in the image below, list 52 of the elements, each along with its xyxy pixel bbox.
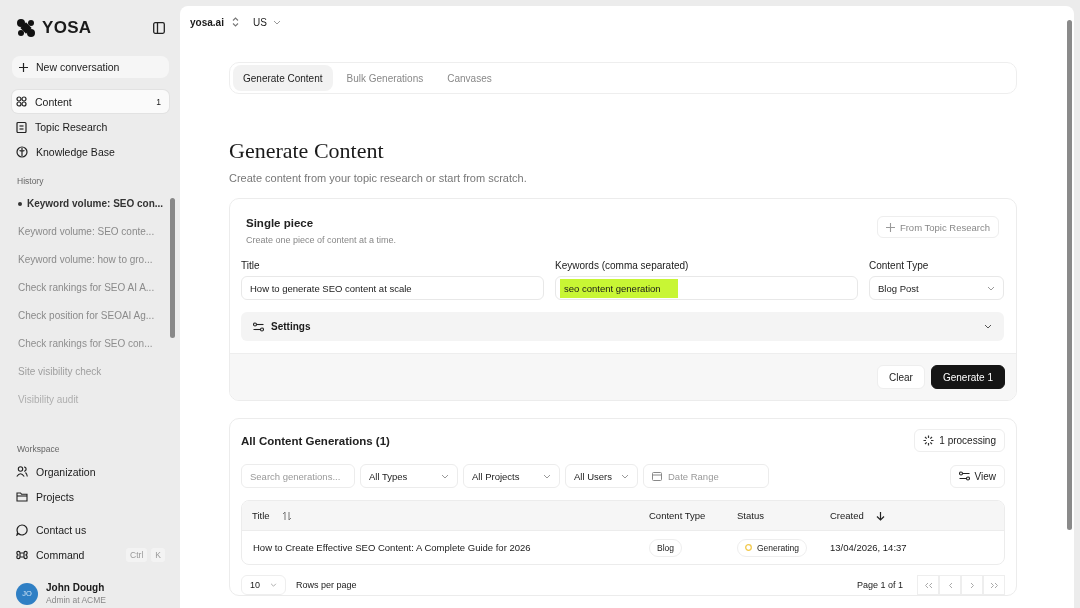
field-label: Title <box>241 260 261 271</box>
filter-dropdown[interactable]: All Projects <box>463 464 560 488</box>
nav-item[interactable]: Topic Research <box>12 115 169 138</box>
nav-item[interactable]: Contact us <box>12 518 169 541</box>
card-title: All Content Generations (1) <box>241 434 390 447</box>
field-label: Keywords (comma separated) <box>555 260 690 271</box>
nav-item[interactable]: Knowledge Base <box>12 140 169 163</box>
filter-dropdown[interactable]: All Types <box>360 464 458 488</box>
region-selector[interactable]: US <box>252 16 267 28</box>
clear-button[interactable]: Clear <box>877 365 925 389</box>
page-size-select[interactable]: 10 <box>241 575 286 595</box>
table-cell: How to Create Effective SEO Content: A Complete Guide for 2026 <box>253 542 531 553</box>
nav-item[interactable]: Organization <box>12 460 169 483</box>
search-field[interactable]: Search generations... <box>241 464 355 488</box>
page-subtitle: Create content from your topic research or start from scratch. <box>229 172 528 184</box>
shortcut-key: Ctrl <box>126 547 148 562</box>
tab[interactable]: Generate Content <box>233 65 333 91</box>
table-cell: 13/04/2026, 14:37 <box>830 542 907 553</box>
column-header[interactable]: Status <box>737 510 764 521</box>
brand-name: YOSA <box>42 18 92 38</box>
settings-accordion[interactable]: Settings <box>241 312 1004 341</box>
card-description: Create one piece of content at a time. <box>246 235 397 245</box>
view-button[interactable]: View <box>949 464 1005 488</box>
input-field[interactable]: seo content generation <box>555 276 858 300</box>
processing-button[interactable]: 1 processing <box>914 429 1005 452</box>
rows-per-page-label: Rows per page <box>296 580 357 590</box>
new-conversation-button[interactable]: New conversation <box>12 56 169 78</box>
nav-item[interactable]: Command Ctrl K <box>12 543 169 566</box>
field-label: Content Type <box>869 260 930 271</box>
count-label: 1 <box>156 96 162 107</box>
user-name: John Dough <box>46 582 106 593</box>
tab[interactable]: Canvases <box>437 65 502 91</box>
column-header[interactable]: Created <box>830 510 864 521</box>
input-field[interactable]: How to generate SEO content at scale <box>241 276 544 300</box>
content-type-select[interactable]: Blog Post <box>869 276 1004 300</box>
history-item[interactable]: Keyword volume: SEO con... <box>18 190 169 218</box>
generate-button[interactable]: Generate 1 <box>930 365 1005 389</box>
user-role: Admin at ACME <box>46 595 106 605</box>
nav-item[interactable]: Content 1 <box>12 90 169 113</box>
site-selector[interactable]: yosa.ai <box>190 16 224 28</box>
section-label: Workspace <box>17 444 61 454</box>
nav-item[interactable]: Projects <box>12 485 169 508</box>
card-title: Single piece <box>246 217 315 229</box>
column-header[interactable]: Content Type <box>649 510 706 521</box>
page-indicator: Page 1 of 1 <box>856 580 903 590</box>
page-title: Generate Content <box>229 138 385 164</box>
filter-dropdown[interactable]: All Users <box>565 464 638 488</box>
from-topic-research-button[interactable]: From Topic Research <box>876 216 999 238</box>
tab[interactable]: Bulk Generations <box>336 65 434 91</box>
shortcut-key: K <box>151 547 165 562</box>
section-label: History <box>17 176 45 186</box>
column-header[interactable]: Title <box>252 510 270 521</box>
